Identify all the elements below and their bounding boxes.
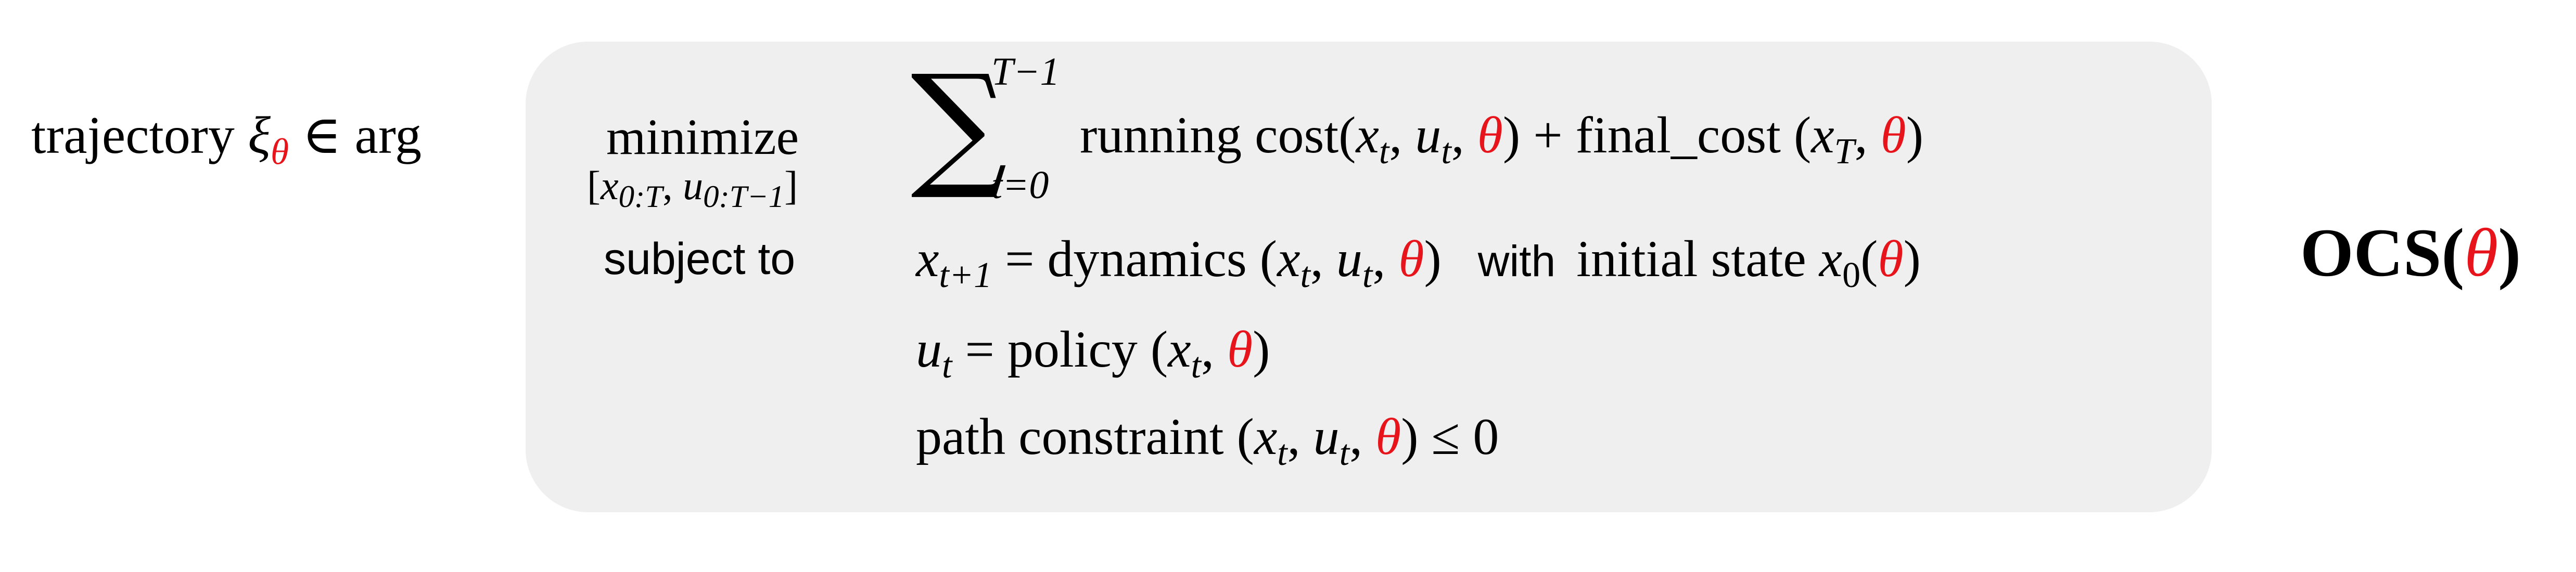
dynamics-constraint: xt+1 = dynamics (xt, ut, θ) with initial s… xyxy=(916,230,1921,295)
sum-upper-limit: T−1 xyxy=(991,50,1060,94)
path-constraint-label: path constraint xyxy=(916,408,1224,465)
lhs-suffix: ∈ arg xyxy=(289,106,422,165)
subject-to-label: subject to xyxy=(604,234,796,284)
policy-label: policy xyxy=(1007,320,1138,378)
lhs-expression: trajectory ξθ ∈ arg xyxy=(31,106,422,171)
ocs-label: OCS(θ) xyxy=(2300,214,2521,291)
running-cost-label: running cost xyxy=(1080,106,1339,164)
ocs-theta: θ xyxy=(2464,214,2498,291)
initial-state-label: initial state xyxy=(1576,230,1806,288)
xi-symbol: ξ xyxy=(248,106,271,165)
ocs-text: OCS xyxy=(2300,214,2442,291)
minimize-label: minimize xyxy=(606,109,799,165)
policy-constraint: ut = policy (xt, θ) xyxy=(916,320,1270,386)
minimize-variables: [x0:T, u0:T−1] xyxy=(587,163,798,215)
objective-expression: running cost(xt, ut, θ) + final_cost (xT… xyxy=(1080,106,1924,172)
with-label: with xyxy=(1477,237,1556,285)
sum-lower-limit: t=0 xyxy=(991,163,1049,207)
dynamics-label: dynamics xyxy=(1047,230,1247,288)
xi-theta-subscript: θ xyxy=(270,131,289,173)
path-constraint: path constraint (xt, ut, θ) ≤ 0 xyxy=(916,408,1499,473)
final-cost-label: final_cost xyxy=(1575,106,1781,164)
lhs-prefix: trajectory xyxy=(31,106,248,165)
